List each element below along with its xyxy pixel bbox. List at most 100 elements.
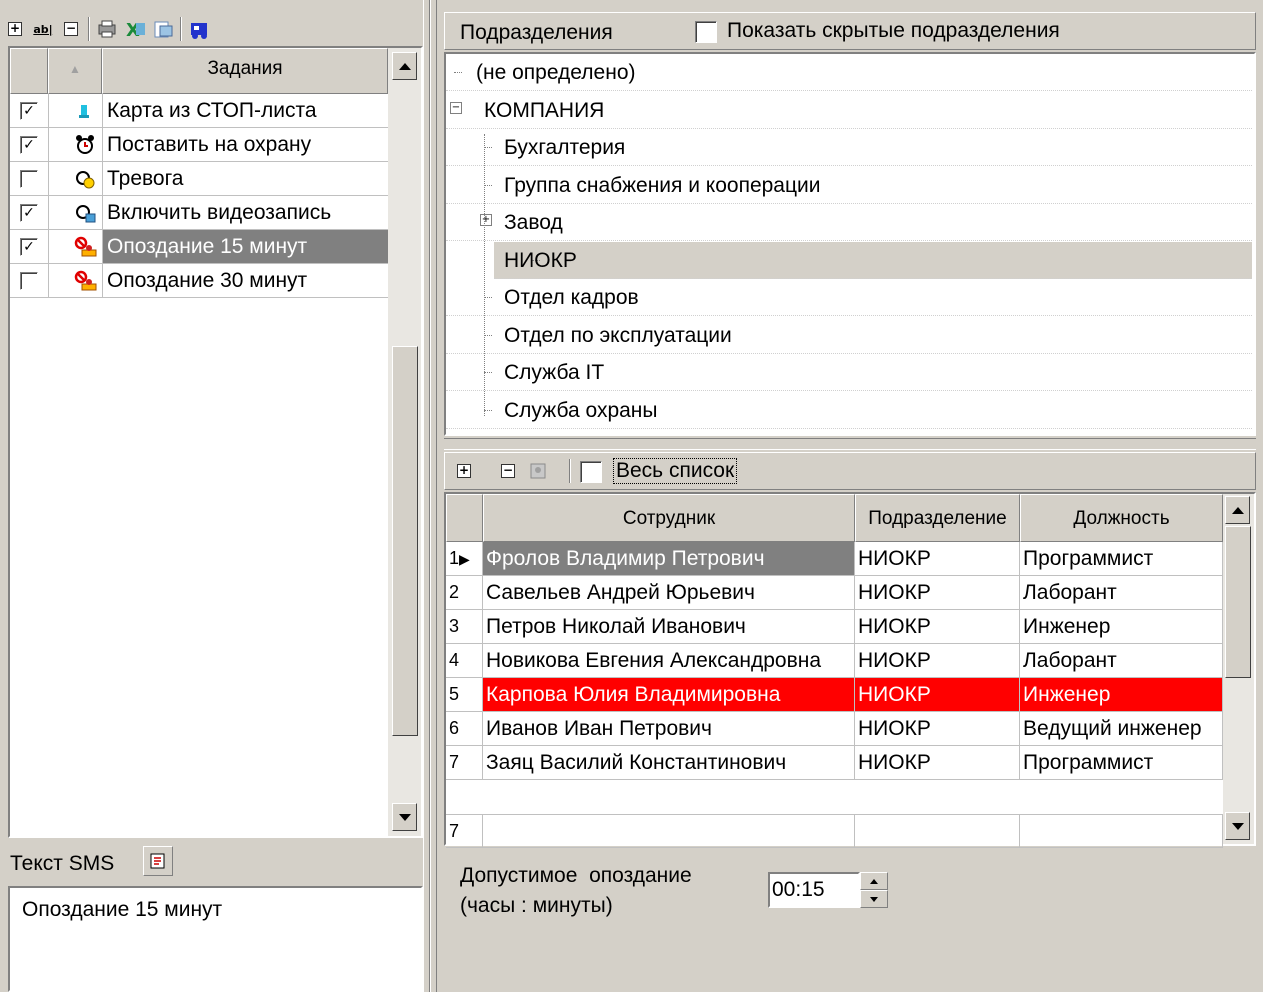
employee-position-cell[interactable]: Инженер [1020,678,1223,712]
lateness-spinner[interactable] [860,872,888,908]
lateness-label-line1: Допустимое опоздание [460,864,692,887]
add-task-button[interactable]: + [4,18,26,40]
tree-node[interactable]: Служба охраны [446,392,1252,429]
spin-down-button[interactable] [860,890,888,908]
employee-name-cell[interactable]: Петров Николай Иванович [483,610,855,644]
employee-department-cell[interactable]: НИОКР [855,644,1020,678]
tree-node[interactable]: НИОКР [494,241,1252,279]
scroll-up-button[interactable] [392,52,417,80]
cell-divider [48,128,49,161]
tree-node[interactable]: Отдел по эксплуатации [446,317,1252,354]
task-row[interactable]: ✓ Поставить на охрану [10,128,388,162]
employee-department-cell[interactable]: НИОКР [855,678,1020,712]
splitter-grip [429,0,431,992]
tree-node[interactable]: − КОМПАНИЯ [446,92,1252,129]
employee-department-cell[interactable]: НИОКР [855,576,1020,610]
task-checkbox[interactable]: ✓ [20,238,38,256]
add-employee-button[interactable]: + [453,460,475,482]
employee-department-cell[interactable]: НИОКР [855,712,1020,746]
row-number[interactable]: 1▶ [446,542,483,576]
sms-text-area[interactable]: Опоздание 15 минут [8,886,423,992]
employee-name-cell[interactable]: Новикова Евгения Александровна [483,644,855,678]
spin-up-button[interactable] [860,872,888,890]
row-number[interactable]: 6 [446,712,483,746]
excel-export-icon[interactable]: X [124,18,146,40]
tree-connector [484,147,492,148]
sms-edit-button[interactable] [143,846,173,876]
task-row[interactable]: ✓ Включить видеозапись [10,196,388,230]
lateness-time-input[interactable]: 00:15 [768,872,860,908]
grid-scroll-up-button[interactable] [1225,496,1250,524]
tasks-check-header[interactable] [10,48,48,94]
scroll-thumb[interactable] [392,346,418,736]
row-number[interactable]: 7 [446,746,483,780]
employee-department-cell[interactable]: НИОКР [855,746,1020,780]
tree-node[interactable]: Бухгалтерия [446,129,1252,166]
grid-footer-cell [855,814,1020,848]
horizontal-splitter[interactable] [444,438,1256,450]
tasks-list: ▲ Задания ✓ Карта из СТОП-листа ✓ Поставить… [8,46,423,838]
employee-name-cell[interactable]: Иванов Иван Петрович [483,712,855,746]
full-list-checkbox[interactable] [580,461,602,483]
tree-node[interactable]: Служба IT [446,354,1252,391]
task-checkbox[interactable]: ✓ [20,102,38,120]
employee-name-cell[interactable]: Фролов Владимир Петрович [483,542,855,576]
rename-task-icon[interactable]: ab| [32,18,54,40]
column-department[interactable]: Подразделение [855,494,1020,542]
collapse-icon[interactable]: − [450,101,462,114]
employee-department-cell[interactable]: НИОКР [855,542,1020,576]
grid-scrollbar[interactable] [1223,494,1254,844]
task-checkbox[interactable] [20,272,38,290]
video-record-icon [74,201,98,225]
task-row[interactable]: Опоздание 30 минут [10,264,388,298]
remove-employee-button[interactable]: − [497,460,519,482]
departments-header-bar: Подразделения Показать скрытые подраздел… [444,12,1256,50]
tasks-scrollbar[interactable] [388,48,421,836]
tree-node-label: (не определено) [476,61,636,84]
employee-position-cell[interactable]: Ведущий инженер [1020,712,1223,746]
employee-position-cell[interactable]: Инженер [1020,610,1223,644]
run-task-icon[interactable] [188,18,210,40]
tasks-sort-header[interactable]: ▲ [48,48,102,94]
employee-name-cell[interactable]: Заяц Василий Константинович [483,746,855,780]
column-employee[interactable]: Сотрудник [483,494,855,542]
grid-scroll-down-button[interactable] [1225,812,1250,840]
column-position[interactable]: Должность [1020,494,1223,542]
task-checkbox[interactable]: ✓ [20,204,38,222]
tree-node[interactable]: Группа снабжения и кооперации [446,167,1252,204]
employee-name-cell[interactable]: Карпова Юлия Владимировна [483,678,855,712]
report-icon[interactable] [152,18,174,40]
employee-department-cell[interactable]: НИОКР [855,610,1020,644]
employee-position-cell[interactable]: Лаборант [1020,576,1223,610]
expand-icon[interactable]: + [480,214,492,226]
tasks-column-header[interactable]: Задания [102,48,388,94]
employee-position-cell[interactable]: Программист [1020,542,1223,576]
tree-node-label: Завод [504,211,563,234]
show-hidden-label[interactable]: Показать скрытые подразделения [727,19,1060,43]
delete-task-button[interactable]: − [60,18,82,40]
row-number[interactable]: 5 [446,678,483,712]
task-checkbox[interactable] [20,170,38,188]
employees-toolbar: + − Весь список [444,452,1256,490]
task-row[interactable]: ✓ Опоздание 15 минут [10,230,388,264]
row-number[interactable]: 4 [446,644,483,678]
full-list-label[interactable]: Весь список [613,458,738,484]
tree-node[interactable]: + Завод [446,204,1252,241]
employee-name-cell[interactable]: Савельев Андрей Юрьевич [483,576,855,610]
show-hidden-checkbox[interactable] [695,21,717,43]
row-number[interactable]: 3 [446,610,483,644]
row-number[interactable]: 2 [446,576,483,610]
tree-node[interactable]: Отдел кадров [446,279,1252,316]
employee-position-cell[interactable]: Лаборант [1020,644,1223,678]
tree-node[interactable]: (не определено) [446,54,1252,91]
grid-footer-count: 7 [446,814,483,848]
task-row[interactable]: Тревога [10,162,388,196]
grid-scroll-thumb[interactable] [1225,526,1251,678]
main-window: + ab| − X ▲ Задания ✓ Карта из СТОП-листа… [0,0,1263,992]
employee-card-icon[interactable] [527,460,549,482]
scroll-down-button[interactable] [392,803,417,831]
employee-position-cell[interactable]: Программист [1020,746,1223,780]
task-checkbox[interactable]: ✓ [20,136,38,154]
task-row[interactable]: ✓ Карта из СТОП-листа [10,94,388,128]
print-icon[interactable] [96,18,118,40]
